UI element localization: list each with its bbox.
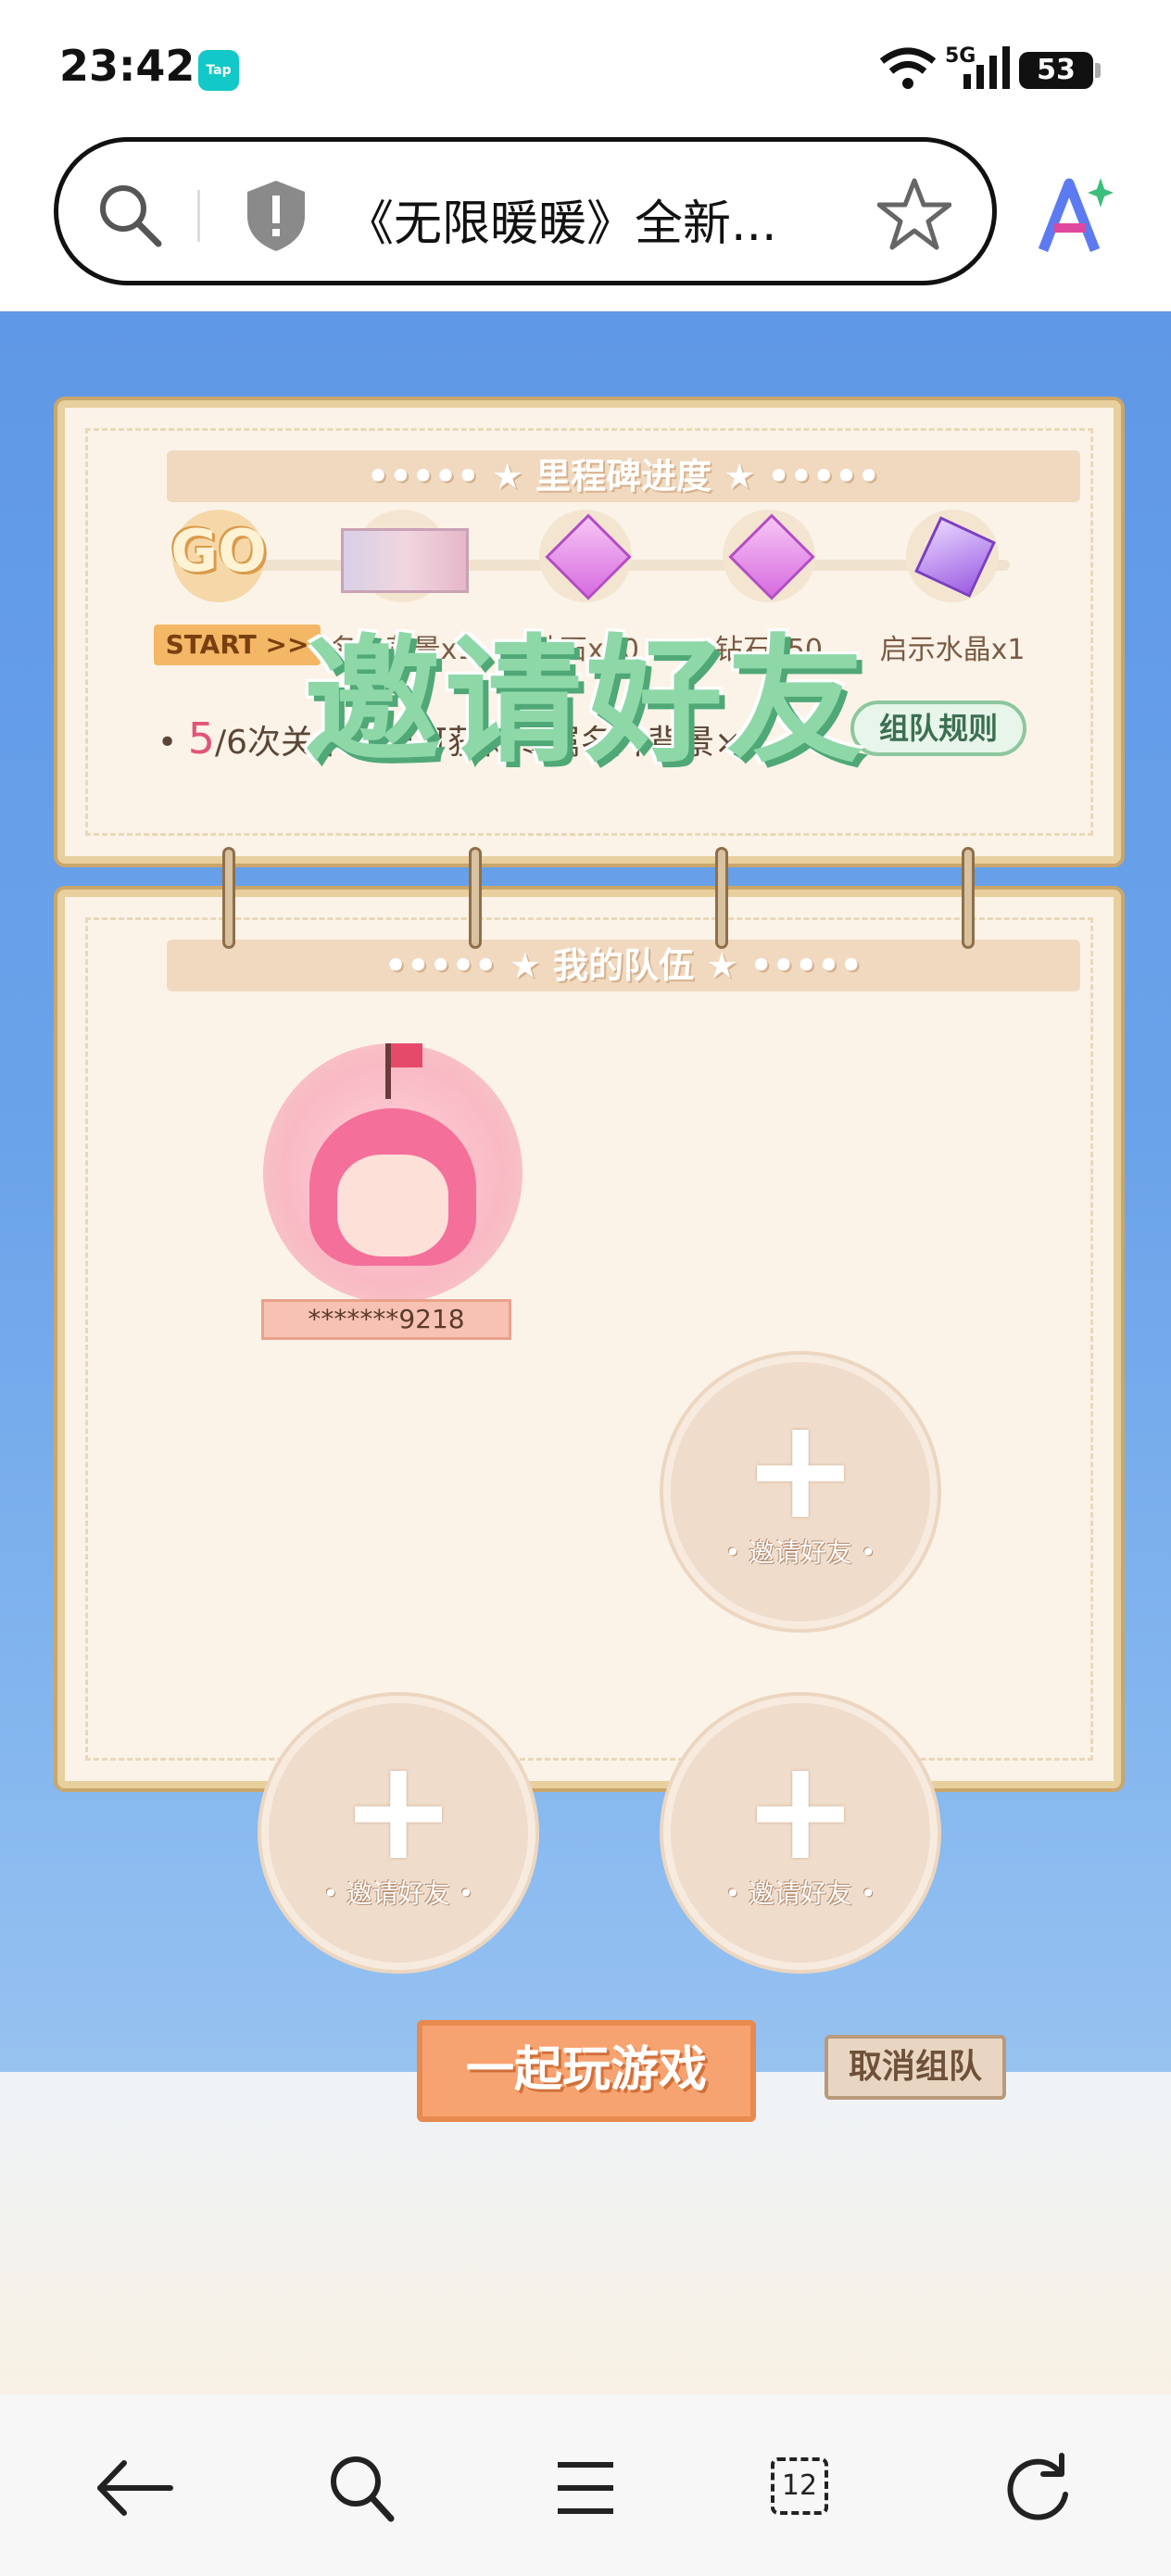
address-divider	[197, 190, 200, 242]
invite-friends-title: 邀请好友	[304, 622, 867, 781]
plus-icon: +	[742, 1730, 859, 1891]
status-bar: 23:42 Tap 5G 53	[0, 0, 1171, 130]
milestone-banner: ••••• ★ 里程碑进度 ★ •••••	[167, 450, 1080, 502]
page-title[interactable]: 《无限暖暖》全新...	[346, 184, 777, 254]
invite-slot-label: • 邀请好友 •	[724, 1537, 876, 1568]
browser-nav-bar: 12	[0, 2394, 1171, 2576]
binder-ring	[954, 847, 982, 949]
refresh-icon[interactable]	[982, 2446, 1093, 2530]
invite-slot-3[interactable]: + • 邀请好友 •	[671, 1703, 930, 1963]
bookmark-star-icon[interactable]	[877, 177, 951, 251]
binder-ring	[461, 847, 489, 949]
panel-border	[85, 917, 1093, 1761]
cancel-team-button[interactable]: 取消组队	[825, 2035, 1006, 2100]
battery-icon: 53	[1019, 52, 1101, 89]
clock: 23:42	[59, 41, 195, 91]
team-panel: ••••• ★ 我的队伍 ★ •••••	[57, 890, 1121, 1788]
team-leader-avatar[interactable]	[263, 1043, 523, 1303]
taptap-notification-icon: Tap	[198, 50, 239, 91]
menu-icon[interactable]	[530, 2446, 641, 2530]
binder-ring	[215, 847, 243, 949]
back-arrow-icon[interactable]	[78, 2446, 189, 2530]
invite-slot-2[interactable]: + • 邀请好友 •	[269, 1703, 528, 1963]
leader-flag-icon	[391, 1043, 422, 1067]
go-icon: GO	[170, 517, 267, 585]
search-icon[interactable]	[95, 181, 164, 249]
tab-count: 12	[771, 2457, 828, 2515]
plus-icon: +	[742, 1389, 859, 1550]
wifi-icon	[879, 47, 937, 89]
invite-slot-label: • 邀请好友 •	[322, 1878, 474, 1909]
name-card-background-icon	[341, 528, 469, 593]
battery-level: 53	[1037, 54, 1076, 86]
signal-icon	[963, 46, 1010, 89]
invite-slot-label: • 邀请好友 •	[724, 1878, 876, 1909]
plus-icon: +	[340, 1730, 457, 1891]
member-name: *******9218	[261, 1299, 511, 1340]
binder-ring	[708, 847, 736, 949]
search-icon[interactable]	[306, 2446, 417, 2530]
team-banner: ••••• ★ 我的队伍 ★ •••••	[167, 940, 1080, 991]
security-shield-icon[interactable]	[244, 179, 308, 253]
invite-slot-1[interactable]: + • 邀请好友 •	[671, 1362, 930, 1622]
tabs-button[interactable]: 12	[754, 2446, 865, 2530]
avatar-face	[337, 1155, 448, 1256]
address-bar[interactable]: 《无限暖暖》全新...	[54, 137, 997, 285]
play-together-button[interactable]: 一起玩游戏	[417, 2020, 756, 2122]
ai-assistant-icon[interactable]	[1036, 174, 1114, 258]
